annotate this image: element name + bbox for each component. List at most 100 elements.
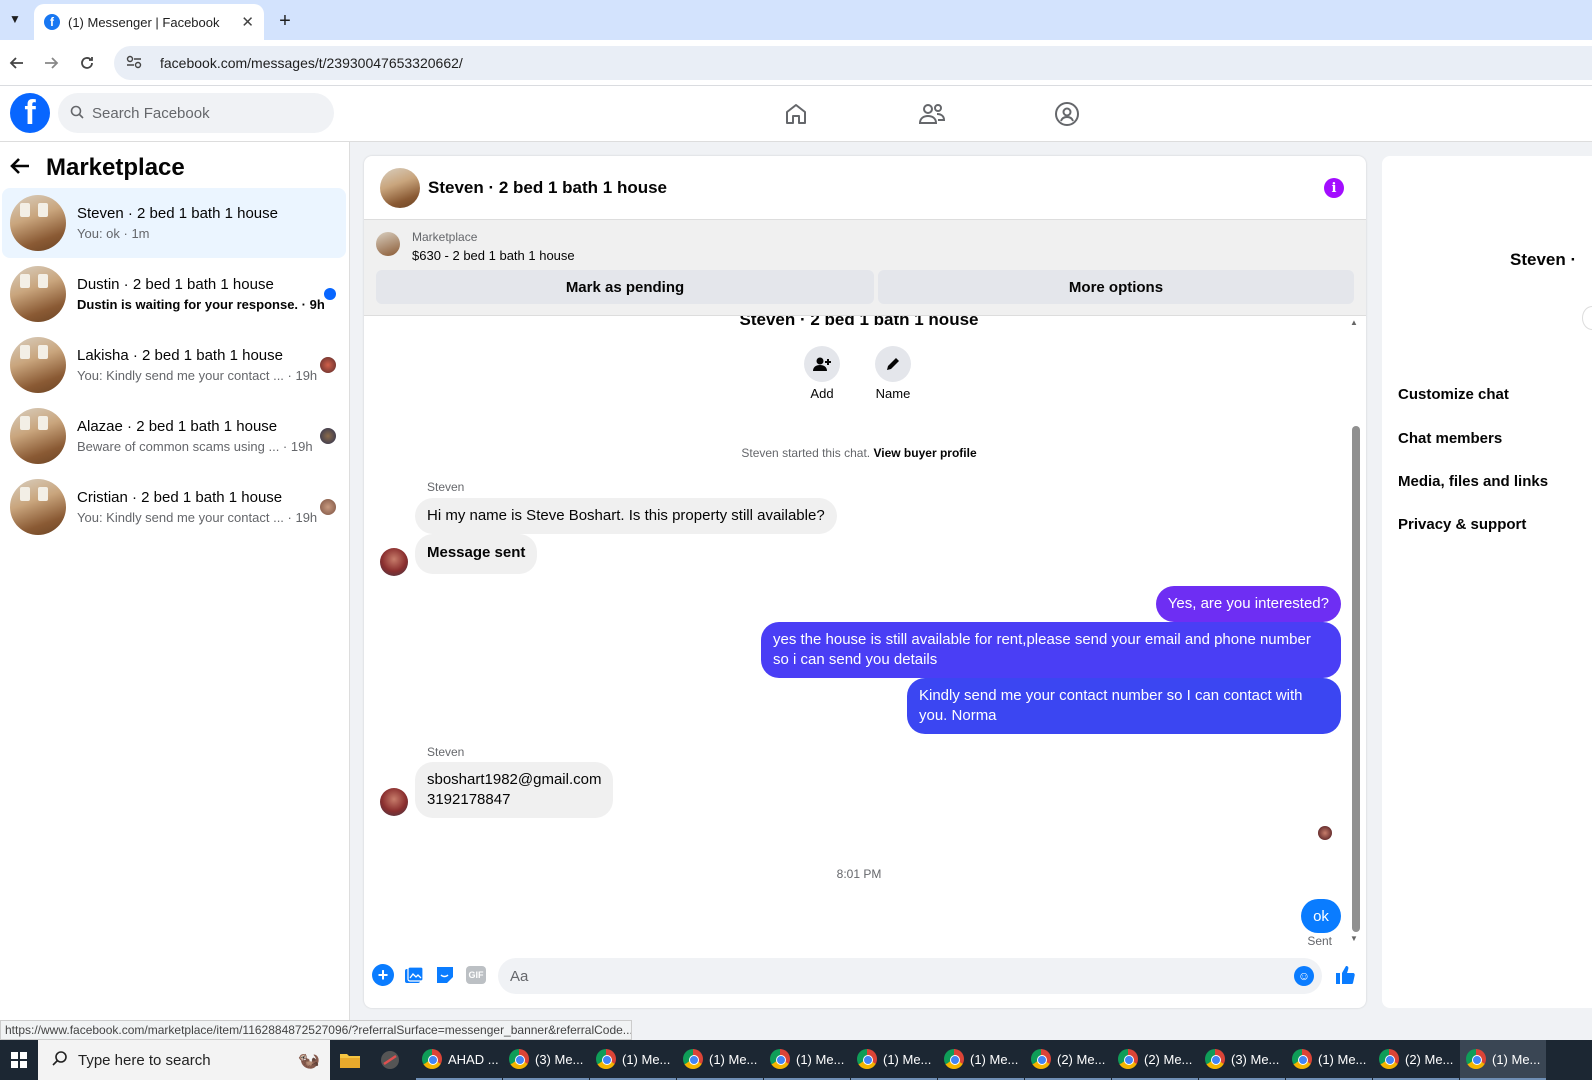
conversation-name: Alazae · 2 bed 1 bath 1 house	[77, 418, 278, 435]
info-icon[interactable]: i	[1324, 178, 1344, 198]
tab-search-button[interactable]: ▼	[4, 8, 26, 30]
thread-title: Steven · 2 bed 1 bath 1 house	[739, 316, 979, 329]
plus-icon[interactable]: +	[372, 964, 394, 986]
photo-icon[interactable]	[403, 964, 425, 986]
back-icon[interactable]	[6, 52, 28, 74]
home-icon[interactable]	[776, 94, 816, 134]
chat-members-item[interactable]: Chat members	[1398, 430, 1502, 447]
outgoing-message[interactable]: Kindly send me your contact number so I …	[907, 678, 1341, 734]
steven-avatar[interactable]	[380, 788, 408, 816]
taskbar-window-label: (1) Me...	[796, 1051, 845, 1067]
groups-icon[interactable]	[1047, 94, 1087, 134]
sidebar-title: Marketplace	[46, 154, 185, 181]
taskbar-chrome-window[interactable]: (1) Me...	[938, 1040, 1024, 1080]
conversation-item-steven[interactable]: Steven · 2 bed 1 bath 1 house You: ok · …	[2, 188, 346, 258]
search-placeholder: Search Facebook	[92, 104, 210, 122]
add-person-icon[interactable]	[804, 346, 840, 382]
forward-icon[interactable]	[40, 52, 62, 74]
taskbar-chrome-window[interactable]: (1) Me...	[1460, 1040, 1546, 1080]
incoming-message[interactable]: Hi my name is Steve Boshart. Is this pro…	[415, 498, 837, 534]
scroll-down-icon[interactable]: ▼	[1350, 934, 1358, 943]
taskbar-window-label: (1) Me...	[709, 1051, 758, 1067]
scrollbar-thumb[interactable]	[1352, 426, 1360, 932]
taskbar-chrome-window[interactable]: AHAD ...	[416, 1040, 502, 1080]
chat-title[interactable]: Steven · 2 bed 1 bath 1 house	[428, 178, 667, 198]
friends-icon[interactable]	[912, 94, 952, 134]
conversation-preview: You: Kindly send me your contact ... · 1…	[77, 368, 318, 383]
customize-chat-item[interactable]: Customize chat	[1398, 386, 1509, 403]
chat-avatar[interactable]	[380, 167, 420, 208]
taskbar-search[interactable]: Type here to search 🦦	[38, 1040, 330, 1080]
thread-scrollbar[interactable]: ▲ ▼	[1350, 316, 1360, 946]
more-options-button[interactable]: More options	[878, 270, 1354, 304]
thumbs-up-icon[interactable]	[1332, 962, 1358, 988]
back-arrow-icon[interactable]	[10, 155, 30, 181]
new-tab-button[interactable]: +	[272, 8, 298, 34]
add-label: Add	[810, 386, 834, 401]
sticker-icon[interactable]	[434, 964, 456, 986]
taskbar-chrome-window[interactable]: (1) Me...	[590, 1040, 676, 1080]
taskbar-chrome-window[interactable]: (2) Me...	[1112, 1040, 1198, 1080]
url-field[interactable]: facebook.com/messages/t/2393004765332066…	[114, 46, 1592, 80]
media-files-links-item[interactable]: Media, files and links	[1398, 473, 1548, 490]
conversation-item-lakisha[interactable]: Lakisha · 2 bed 1 bath 1 house You: Kind…	[2, 330, 346, 400]
taskbar-chrome-window[interactable]: (1) Me...	[851, 1040, 937, 1080]
taskbar-chrome-window[interactable]: (1) Me...	[1286, 1040, 1372, 1080]
banner-label: Marketplace	[412, 230, 478, 244]
unread-dot-icon	[324, 288, 336, 300]
taskbar-chrome-window[interactable]: (1) Me...	[764, 1040, 850, 1080]
message-thread: Steven · 2 bed 1 bath 1 house Add Name S…	[364, 316, 1366, 946]
outgoing-message[interactable]: ok	[1301, 899, 1341, 933]
chrome-icon	[1466, 1049, 1486, 1069]
reload-icon[interactable]	[76, 52, 98, 74]
taskbar-chrome-window[interactable]: (3) Me...	[1199, 1040, 1285, 1080]
conversation-item-dustin[interactable]: Dustin · 2 bed 1 bath 1 house Dustin is …	[2, 259, 346, 329]
search-icon	[70, 105, 84, 122]
taskbar-chrome-window[interactable]: (2) Me...	[1025, 1040, 1111, 1080]
taskbar-window-label: (2) Me...	[1405, 1051, 1454, 1067]
listing-mini-thumbnail[interactable]	[376, 232, 400, 256]
taskbar-window-label: (1) Me...	[622, 1051, 671, 1067]
browser-tab-bar: ▼ f (1) Messenger | Facebook ✕ +	[0, 0, 1592, 40]
windows-start-icon[interactable]	[0, 1040, 38, 1080]
listing-price[interactable]: $630 - 2 bed 1 bath 1 house	[412, 248, 575, 263]
taskbar-window-label: (1) Me...	[1318, 1051, 1367, 1067]
incoming-message[interactable]: Message sent	[415, 534, 538, 574]
mark-as-pending-button[interactable]: Mark as pending	[376, 270, 874, 304]
conversation-item-alazae[interactable]: Alazae · 2 bed 1 bath 1 house Beware of …	[2, 401, 346, 471]
outgoing-message[interactable]: Yes, are you interested?	[1155, 586, 1341, 622]
taskbar-chrome-window[interactable]: (2) Me...	[1373, 1040, 1459, 1080]
privacy-support-item[interactable]: Privacy & support	[1398, 516, 1526, 533]
tab-title: (1) Messenger | Facebook	[68, 14, 220, 30]
close-tab-icon[interactable]: ✕	[241, 13, 254, 31]
file-explorer-icon[interactable]	[336, 1046, 364, 1074]
facebook-logo-icon[interactable]: f	[10, 93, 50, 133]
chrome-icon	[422, 1049, 442, 1069]
edit-name-icon[interactable]	[875, 346, 911, 382]
site-settings-icon[interactable]	[126, 55, 144, 72]
chrome-icon	[857, 1049, 877, 1069]
emoji-icon[interactable]: ☺	[1294, 966, 1314, 986]
app-icon[interactable]	[376, 1046, 404, 1074]
seen-avatar-icon	[320, 357, 336, 373]
browser-tab[interactable]: f (1) Messenger | Facebook ✕	[34, 4, 264, 40]
taskbar-chrome-window[interactable]: (1) Me...	[677, 1040, 763, 1080]
listing-thumbnail	[10, 195, 66, 251]
incoming-message[interactable]: sboshart1982@gmail.com 3192178847	[415, 762, 614, 818]
chrome-icon	[596, 1049, 616, 1069]
scroll-up-icon[interactable]: ▲	[1350, 318, 1358, 327]
timestamp: 8:01 PM	[836, 867, 882, 881]
view-buyer-profile-link[interactable]: View buyer profile	[873, 446, 976, 460]
conversation-item-cristian[interactable]: Cristian · 2 bed 1 bath 1 house You: Kin…	[2, 472, 346, 542]
message-input[interactable]	[498, 958, 1322, 994]
chrome-icon	[1379, 1049, 1399, 1069]
steven-avatar[interactable]	[380, 548, 408, 576]
outgoing-message[interactable]: yes the house is still available for ren…	[761, 622, 1341, 678]
conversation-name: Dustin · 2 bed 1 bath 1 house	[77, 276, 274, 293]
listing-thumbnail	[10, 337, 66, 393]
facebook-search-input[interactable]: Search Facebook	[58, 93, 334, 133]
taskbar-chrome-window[interactable]: (3) Me...	[503, 1040, 589, 1080]
taskbar-window-label: (1) Me...	[1492, 1051, 1541, 1067]
taskbar-window-label: (1) Me...	[883, 1051, 932, 1067]
gif-icon[interactable]: GIF	[466, 966, 486, 984]
